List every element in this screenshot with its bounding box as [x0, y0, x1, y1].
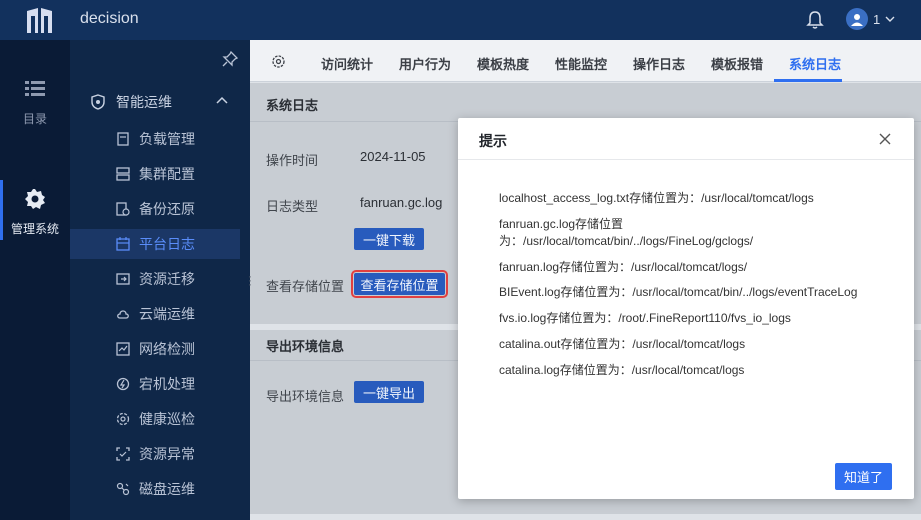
drag-handle[interactable]: · · · [248, 270, 252, 290]
tab-access-stats[interactable]: 访问统计 [321, 54, 373, 73]
ok-button[interactable]: 知道了 [835, 463, 892, 490]
tab-template-error[interactable]: 模板报错 [711, 54, 763, 73]
migrate-icon [116, 273, 130, 285]
sub-nav-item-cluster[interactable]: 集群配置 [70, 159, 240, 189]
nav-item-management[interactable]: 管理系统 [0, 180, 70, 240]
left-nav: 目录 管理系统 [0, 40, 70, 520]
nav-label-catalog: 目录 [22, 112, 47, 126]
sub-nav-item-disk[interactable]: 磁盘运维 [70, 474, 240, 504]
sub-nav-label: 网络检测 [139, 341, 195, 357]
sub-nav-item-resource-error[interactable]: 资源异常 [70, 439, 240, 469]
op-time-label: 操作时间 [266, 153, 319, 168]
app-logo[interactable] [26, 7, 53, 34]
storage-line: fanruan.gc.log存储位置 [499, 217, 624, 231]
scan-icon [116, 447, 130, 461]
sub-nav-item-health[interactable]: 健康巡检 [70, 404, 240, 434]
user-menu[interactable]: 1 [846, 8, 895, 30]
sub-nav-item-cloud[interactable]: 云端运维 [70, 299, 240, 329]
info-dialog: 提示 localhost_access_log.txt存储位置为：/usr/lo… [458, 118, 914, 499]
tab-performance[interactable]: 性能监控 [555, 54, 607, 73]
user-name: 1 [873, 11, 881, 27]
active-tab-indicator [774, 79, 842, 82]
storage-line: catalina.log存储位置为：/usr/local/tomcat/logs [499, 363, 745, 377]
storage-line: fanruan.log存储位置为：/usr/local/tomcat/logs/ [499, 260, 748, 274]
sub-nav-label: 集群配置 [139, 166, 195, 182]
sub-nav-label: 宕机处理 [139, 376, 195, 392]
bell-icon[interactable] [806, 10, 824, 30]
log-type-label: 日志类型 [266, 199, 319, 214]
settings-icon [116, 412, 130, 426]
backup-icon [116, 202, 130, 216]
storage-line: fvs.io.log存储位置为：/root/.FineReport110/fvs… [499, 311, 791, 325]
cluster-icon [116, 167, 130, 181]
sub-nav-item-backup[interactable]: 备份还原 [70, 194, 240, 224]
network-icon [116, 342, 130, 356]
server-icon [117, 132, 129, 146]
export-button[interactable]: 一键导出 [354, 381, 424, 403]
gear-icon [25, 189, 45, 209]
sub-nav-label: 平台日志 [139, 236, 195, 252]
disk-icon [116, 482, 130, 496]
pin-icon[interactable] [222, 51, 238, 67]
app-title: decision [80, 10, 139, 27]
gear-icon[interactable] [271, 54, 286, 69]
storage-line: BIEvent.log存储位置为：/usr/local/tomcat/bin/.… [499, 285, 858, 299]
sub-nav-label: 资源异常 [139, 446, 195, 462]
log-type-select[interactable]: fanruan.gc.log [360, 195, 442, 210]
sub-nav-group-ops[interactable]: 智能运维 [90, 92, 172, 112]
chevron-up-icon[interactable] [216, 96, 228, 104]
sub-nav-label: 健康巡检 [139, 411, 195, 427]
dialog-title: 提示 [479, 133, 507, 149]
download-button[interactable]: 一键下载 [354, 228, 424, 250]
dialog-header: 提示 [458, 118, 914, 160]
calendar-icon [116, 237, 130, 251]
tab-user-behavior[interactable]: 用户行为 [399, 54, 451, 73]
tab-bar: 访问统计 用户行为 模板热度 性能监控 操作日志 模板报错 系统日志 [250, 40, 921, 82]
avatar [846, 8, 868, 30]
list-icon [25, 81, 45, 96]
sub-nav-label: 负载管理 [139, 131, 195, 147]
nav-item-catalog[interactable]: 目录 [0, 78, 70, 127]
shield-icon [91, 94, 105, 110]
sub-nav-item-platform-log[interactable]: 平台日志 [70, 229, 240, 259]
sub-nav-group-label: 智能运维 [116, 94, 172, 110]
storage-location-label: 查看存储位置 [266, 279, 345, 294]
nav-label-management: 管理系统 [10, 222, 59, 236]
storage-line: localhost_access_log.txt存储位置为：/usr/local… [499, 191, 814, 205]
close-icon[interactable] [878, 132, 892, 146]
export-env-label: 导出环境信息 [266, 389, 345, 404]
chevron-down-icon [885, 16, 895, 22]
sub-nav-label: 云端运维 [139, 306, 195, 322]
sub-nav-item-migrate[interactable]: 资源迁移 [70, 264, 240, 294]
power-icon [116, 377, 130, 391]
tab-template-heat[interactable]: 模板热度 [477, 54, 529, 73]
user-icon [851, 14, 863, 26]
sub-nav-item-load[interactable]: 负载管理 [70, 124, 240, 154]
section-title: 导出环境信息 [266, 339, 345, 354]
sub-nav: 智能运维 负载管理 集群配置 备份还原 平台日志 资源迁移 云端运维 网络检测 … [70, 40, 250, 520]
view-storage-button[interactable]: 查看存储位置 [351, 270, 448, 298]
sub-nav-label: 磁盘运维 [139, 481, 195, 497]
storage-line: 为：/usr/local/tomcat/bin/../logs/FineLog/… [499, 234, 754, 248]
top-bar: decision 1 [0, 0, 921, 40]
op-time-field[interactable]: 2024-11-05 [360, 149, 426, 164]
sub-nav-label: 备份还原 [139, 201, 195, 217]
tab-system-log[interactable]: 系统日志 [789, 54, 841, 73]
tab-operation-log[interactable]: 操作日志 [633, 54, 685, 73]
sub-nav-label: 资源迁移 [139, 271, 195, 287]
storage-line: catalina.out存储位置为：/usr/local/tomcat/logs [499, 337, 746, 351]
section-title: 系统日志 [266, 98, 319, 113]
sub-nav-item-network[interactable]: 网络检测 [70, 334, 240, 364]
cloud-icon [117, 310, 129, 319]
sub-nav-item-downtime[interactable]: 宕机处理 [70, 369, 240, 399]
